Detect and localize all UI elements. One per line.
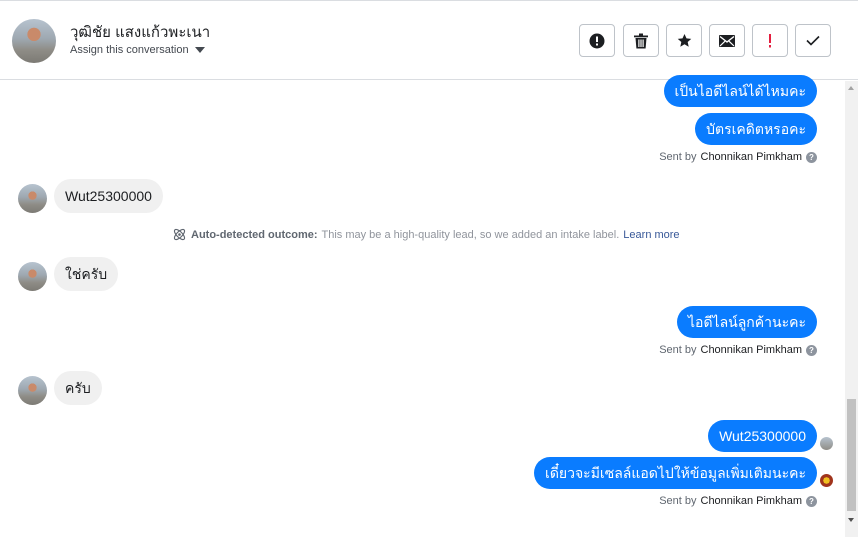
atom-icon bbox=[173, 228, 186, 241]
learn-more-link[interactable]: Learn more bbox=[623, 229, 679, 241]
delete-button[interactable] bbox=[623, 24, 659, 57]
contact-name[interactable]: วุฒิชัย แสงแก้วพะเนา bbox=[70, 20, 210, 44]
read-receipt-avatar bbox=[820, 474, 833, 487]
sender-name: Chonnikan Pimkham bbox=[700, 495, 803, 507]
customer-avatar bbox=[18, 262, 47, 291]
incoming-message[interactable]: Wut25300000 bbox=[54, 179, 163, 213]
outcome-label: Auto-detected outcome: bbox=[191, 228, 318, 241]
sender-name: Chonnikan Pimkham bbox=[700, 151, 803, 163]
customer-avatar bbox=[18, 184, 47, 213]
incoming-message[interactable]: ใช่ครับ bbox=[54, 257, 119, 291]
scroll-up-arrow-icon[interactable] bbox=[848, 86, 854, 90]
help-icon[interactable]: ? bbox=[806, 344, 817, 356]
incoming-message[interactable]: ครับ bbox=[54, 371, 102, 405]
star-button[interactable] bbox=[666, 24, 702, 57]
outgoing-message[interactable]: Wut25300000 bbox=[708, 420, 817, 452]
caret-down-icon bbox=[194, 47, 205, 53]
spam-button[interactable] bbox=[579, 24, 615, 57]
mark-unread-button[interactable] bbox=[709, 24, 745, 57]
star-icon bbox=[677, 33, 691, 47]
scrollbar-thumb[interactable] bbox=[847, 399, 856, 511]
outgoing-message[interactable]: เป็นไอดีไลน์ได้ไหมคะ bbox=[663, 75, 817, 107]
envelope-icon bbox=[719, 34, 735, 47]
sent-by-prefix: Sent by bbox=[659, 151, 697, 163]
contact-avatar[interactable] bbox=[12, 19, 56, 63]
assign-label: Assign this conversation bbox=[70, 44, 189, 56]
follow-up-button[interactable] bbox=[752, 24, 788, 57]
outgoing-message[interactable]: ไอดีไลน์ลูกค้านะคะ bbox=[677, 306, 817, 338]
auto-detected-outcome-notice: Auto-detected outcome: This may be a hig… bbox=[172, 227, 680, 242]
conversation-header: วุฒิชัย แสงแก้วพะเนา Assign this convers… bbox=[0, 0, 858, 80]
sent-by-prefix: Sent by bbox=[659, 495, 697, 507]
read-receipt-avatar bbox=[820, 437, 833, 450]
help-icon[interactable]: ? bbox=[806, 495, 817, 507]
help-icon[interactable]: ? bbox=[806, 151, 817, 163]
scrollbar[interactable] bbox=[845, 81, 858, 537]
outgoing-message[interactable]: เดี๋ยวจะมีเซลล์แอดไปให้ข้อมูลเพิ่มเติมนะ… bbox=[534, 457, 817, 489]
trash-icon bbox=[634, 33, 648, 48]
sender-name: Chonnikan Pimkham bbox=[700, 344, 803, 356]
sent-by-label: Sent by Chonnikan Pimkham ? bbox=[659, 495, 817, 507]
sent-by-prefix: Sent by bbox=[659, 344, 697, 356]
sent-by-label: Sent by Chonnikan Pimkham ? bbox=[659, 344, 817, 356]
scroll-down-arrow-icon[interactable] bbox=[848, 518, 854, 522]
outgoing-message[interactable]: บัตรเคดิตหรอคะ bbox=[695, 113, 817, 145]
exclamation-icon bbox=[769, 33, 771, 47]
assign-conversation-dropdown[interactable]: Assign this conversation bbox=[70, 44, 205, 56]
outcome-text: This may be a high-quality lead, so we a… bbox=[321, 228, 620, 241]
message-thread[interactable]: เป็นไอดีไลน์ได้ไหมคะ บัตรเคดิตหรอคะ Sent… bbox=[0, 75, 845, 537]
checkmark-icon bbox=[806, 35, 820, 46]
customer-avatar bbox=[18, 376, 47, 405]
sent-by-label: Sent by Chonnikan Pimkham ? bbox=[659, 151, 817, 163]
alert-circle-icon bbox=[589, 33, 605, 48]
mark-done-button[interactable] bbox=[795, 24, 831, 57]
